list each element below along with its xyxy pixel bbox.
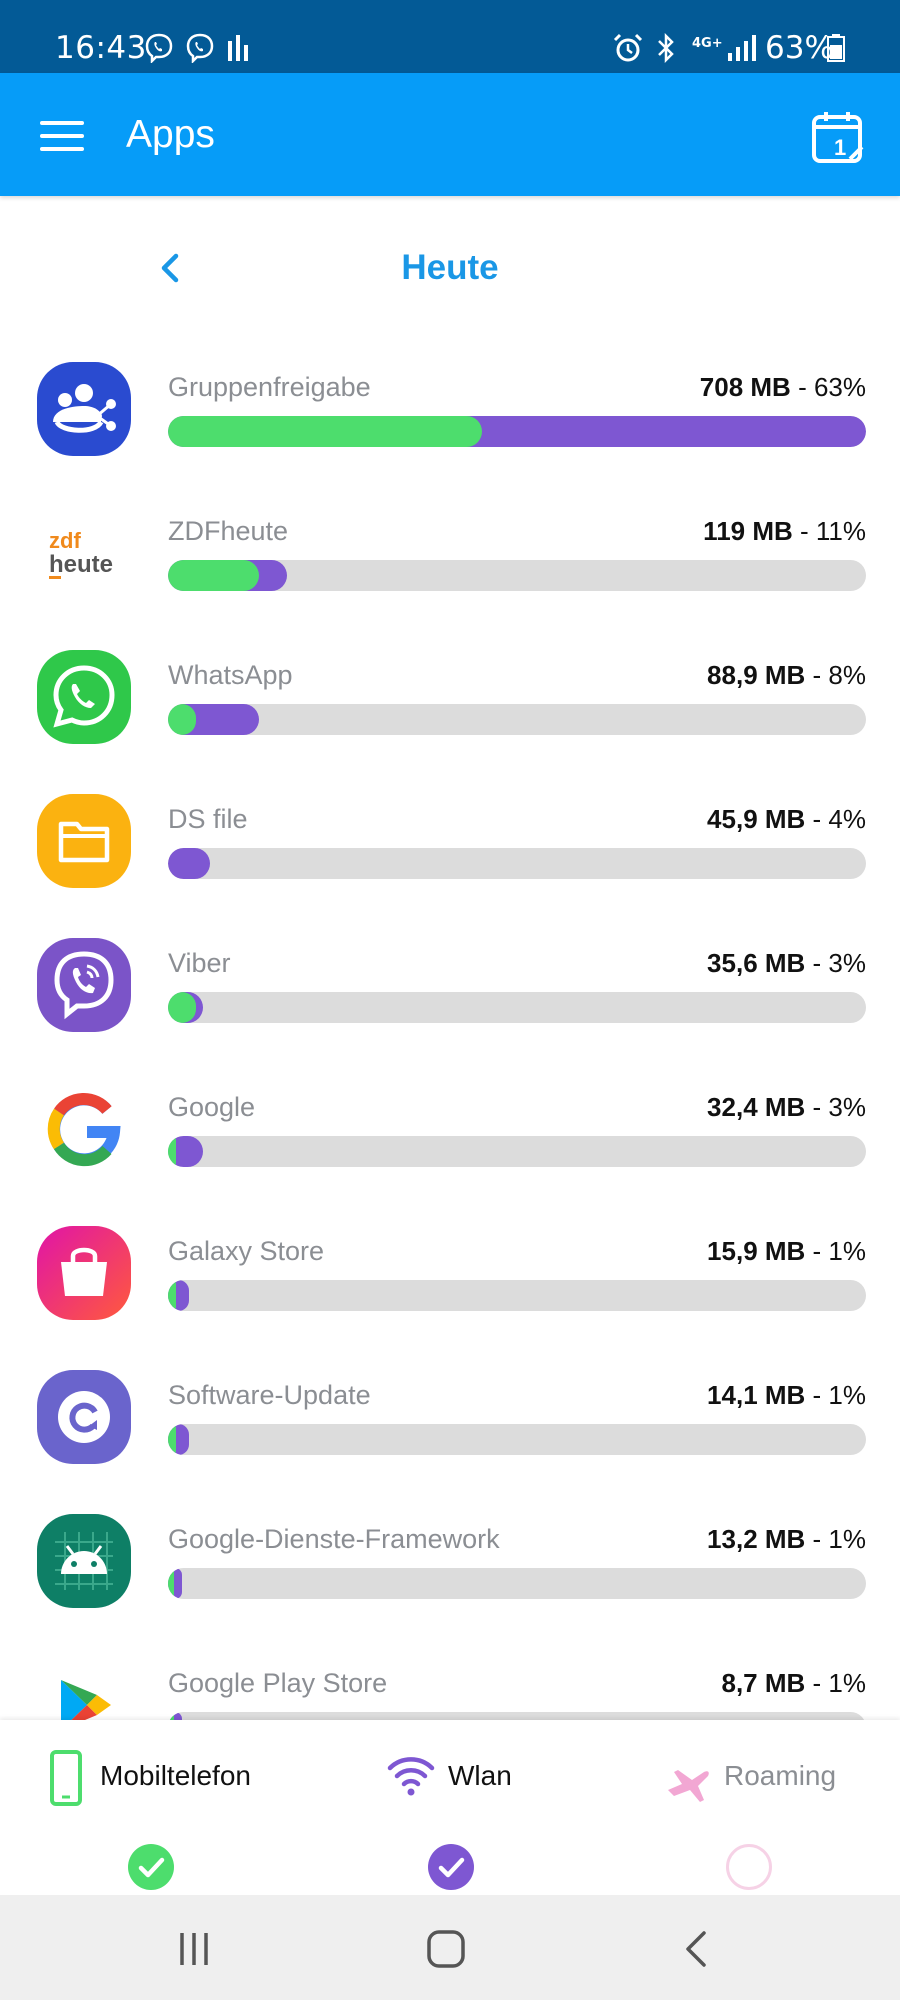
filter-label: Mobiltelefon [100, 1760, 251, 1791]
usage-bar-mobile [168, 1136, 176, 1167]
app-usage: 14,1 MB - 1% [707, 1380, 866, 1410]
battery-icon [827, 34, 845, 62]
app-row-galaxy-store[interactable]: Galaxy Store 15,9 MB - 1% [0, 1214, 900, 1358]
app-name: Viber [168, 948, 231, 978]
status-time: 16:43 [55, 30, 147, 66]
alarm-icon [613, 33, 643, 62]
app-name: DS file [168, 804, 248, 834]
bluetooth-icon [658, 33, 674, 63]
app-usage: 15,9 MB - 1% [707, 1236, 866, 1266]
filter-label: Roaming [724, 1760, 837, 1791]
svg-text:heute: heute [49, 551, 113, 578]
app-row-google-play-store[interactable]: Google Play Store 8,7 MB - 1% [0, 1646, 900, 1720]
app-name: Google Play Store [168, 1668, 388, 1698]
network-type: 4G+ [692, 36, 723, 51]
battery-percent: 63% [765, 30, 834, 66]
google-g-icon [47, 1092, 121, 1167]
app-row-google[interactable]: Google 32,4 MB - 3% [0, 1070, 900, 1214]
usage-bar [168, 1280, 866, 1311]
app-row-whatsapp[interactable]: WhatsApp 88,9 MB - 8% [0, 638, 900, 782]
filter-mobiltelefon[interactable]: Mobiltelefon [44, 1750, 284, 1890]
app-name: WhatsApp [168, 660, 293, 690]
period-title: Heute [401, 248, 499, 287]
signal-strength-icon [728, 35, 756, 61]
hamburger-menu-icon[interactable] [40, 121, 84, 151]
usage-bar-mobile [168, 1424, 176, 1455]
app-usage: 119 MB - 11% [703, 516, 866, 546]
calendar-icon[interactable]: 1 [810, 109, 866, 165]
period-header: Heute [0, 196, 900, 346]
app-usage: 45,9 MB - 4% [707, 804, 866, 834]
usage-bar [168, 560, 866, 591]
app-usage-list: Gruppenfreigabe 708 MB - 63% zdf heute Z… [0, 340, 900, 1720]
system-navigation-bar [0, 1895, 900, 2000]
zdfheute-logo-icon: zdf heute [49, 528, 113, 579]
usage-bar [168, 848, 866, 879]
app-usage: 13,2 MB - 1% [707, 1524, 866, 1554]
app-usage: 32,4 MB - 3% [707, 1092, 866, 1122]
viber-notification-icon [145, 33, 173, 63]
usage-bar-mobile [168, 704, 196, 735]
viber-notification-icon [186, 33, 214, 63]
page-title: Apps [126, 113, 215, 156]
filter-roaming[interactable]: Roaming [664, 1750, 864, 1890]
app-name: Gruppenfreigabe [168, 372, 371, 402]
status-bar: 16:43 4G+ 63% [0, 0, 900, 73]
svg-text:zdf: zdf [49, 528, 81, 553]
usage-bar [168, 992, 866, 1023]
play-store-icon [61, 1680, 111, 1720]
app-name: Google-Dienste-Framework [168, 1524, 500, 1554]
app-usage: 708 MB - 63% [699, 372, 866, 402]
app-usage: 8,7 MB - 1% [721, 1668, 867, 1698]
app-bar: Apps 1 [0, 73, 900, 196]
smartphone-icon [50, 1750, 82, 1806]
home-icon[interactable] [422, 1925, 470, 1973]
filter-label: Wlan [448, 1760, 512, 1791]
usage-bar [168, 1568, 866, 1599]
app-row-gruppenfreigabe[interactable]: Gruppenfreigabe 708 MB - 63% [0, 350, 900, 494]
app-row-ds-file[interactable]: DS file 45,9 MB - 4% [0, 782, 900, 926]
usage-bar [168, 416, 866, 447]
usage-bar-mobile [168, 1568, 174, 1599]
app-name: Google [168, 1092, 256, 1122]
usage-bar-mobile [168, 560, 259, 591]
connection-filter-bar: Mobiltelefon Wlan Roaming [0, 1720, 900, 1895]
data-usage-icon [228, 35, 248, 61]
airplane-icon [668, 1770, 709, 1802]
usage-bar-wlan [168, 848, 210, 879]
app-name: ZDFheute [168, 516, 289, 546]
app-row-viber[interactable]: Viber 35,6 MB - 3% [0, 926, 900, 1070]
usage-bar [168, 704, 866, 735]
checkbox-checked-icon[interactable] [428, 1844, 474, 1890]
usage-bar-mobile [168, 416, 482, 447]
wifi-icon [387, 1757, 435, 1796]
back-icon[interactable] [674, 1925, 722, 1973]
app-row-zdfheute[interactable]: zdf heute ZDFheute 119 MB - 11% [0, 494, 900, 638]
app-row-google-dienste-framework[interactable]: Google-Dienste-Framework 13,2 MB - 1% [0, 1502, 900, 1646]
usage-bar-mobile [168, 1712, 174, 1720]
calendar-day: 1 [834, 135, 846, 160]
filter-wlan[interactable]: Wlan [386, 1750, 566, 1890]
usage-bar [168, 1712, 866, 1720]
shopping-bag-icon [37, 1226, 131, 1320]
android-icon [37, 1514, 131, 1608]
app-name: Software-Update [168, 1380, 371, 1410]
usage-bar-mobile [168, 1280, 176, 1311]
app-row-software-update[interactable]: Software-Update 14,1 MB - 1% [0, 1358, 900, 1502]
checkbox-unchecked-icon[interactable] [726, 1844, 772, 1890]
group-share-icon [37, 362, 131, 456]
app-usage: 88,9 MB - 8% [707, 660, 866, 690]
software-update-icon [37, 1370, 131, 1464]
app-name: Galaxy Store [168, 1236, 325, 1266]
usage-bar [168, 1424, 866, 1455]
folder-icon [37, 794, 131, 888]
app-usage: 35,6 MB - 3% [707, 948, 866, 978]
recent-apps-icon[interactable] [170, 1925, 218, 1973]
whatsapp-icon [37, 650, 131, 744]
usage-bar-mobile [168, 992, 196, 1023]
checkbox-checked-icon[interactable] [128, 1844, 174, 1890]
usage-bar [168, 1136, 866, 1167]
viber-icon [37, 938, 131, 1032]
